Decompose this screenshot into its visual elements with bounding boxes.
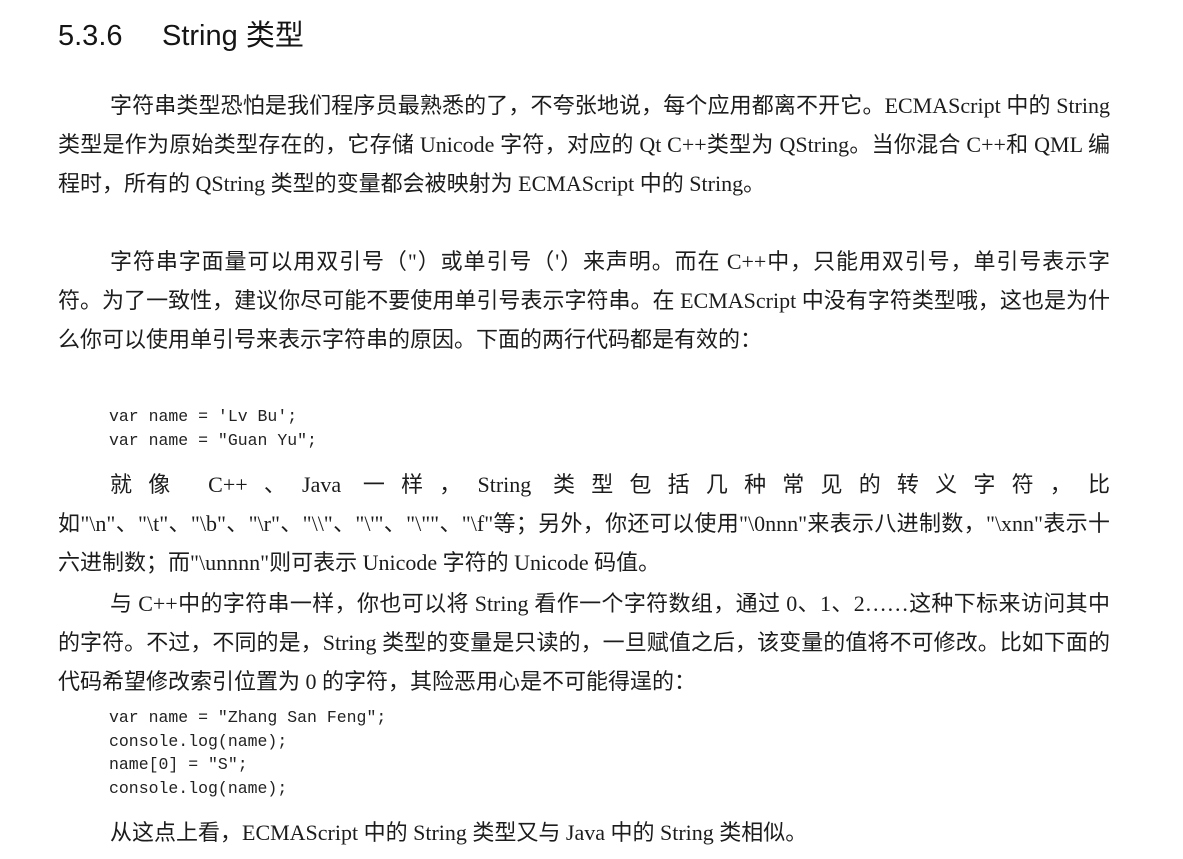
code-block-literals: var name = 'Lv Bu'; var name = "Guan Yu"; <box>109 405 317 452</box>
code-line: name[0] = "S"; <box>109 755 248 774</box>
paragraph-conclusion: 从这点上看，ECMAScript 中的 String 类型又与 Java 中的 … <box>110 820 808 845</box>
paragraph-escape-characters: 就像 C++、Java 一样，String 类型包括几种常见的转义字符，比如"\… <box>58 472 1110 575</box>
code-line: var name = "Guan Yu"; <box>109 430 317 450</box>
code-line: var name = 'Lv Bu'; <box>109 407 298 426</box>
section-heading: 5.3.6 String 类型 <box>58 14 304 58</box>
code-block-index: var name = "Zhang San Feng"; console.log(… <box>109 706 386 800</box>
code-line: var name = "Zhang San Feng"; <box>109 708 387 727</box>
paragraph-string-literals: 字符串字面量可以用双引号（"）或单引号（'）来声明。而在 C++中，只能用双引号… <box>58 249 1110 352</box>
section-number: 5.3.6 <box>58 20 123 52</box>
paragraph-intro: 字符串类型恐怕是我们程序员最熟悉的了，不夸张地说，每个应用都离不开它。ECMAS… <box>58 93 1110 196</box>
code-line: console.log(name); <box>109 778 288 798</box>
document-page: 5.3.6 String 类型 字符串类型恐怕是我们程序员最熟悉的了，不夸张地说，… <box>0 0 1183 859</box>
section-title: String 类型 <box>162 20 304 52</box>
paragraph-read-only: 与 C++中的字符串一样，你也可以将 String 看作一个字符数组，通过 0、… <box>58 591 1110 694</box>
code-line: console.log(name); <box>109 731 288 751</box>
